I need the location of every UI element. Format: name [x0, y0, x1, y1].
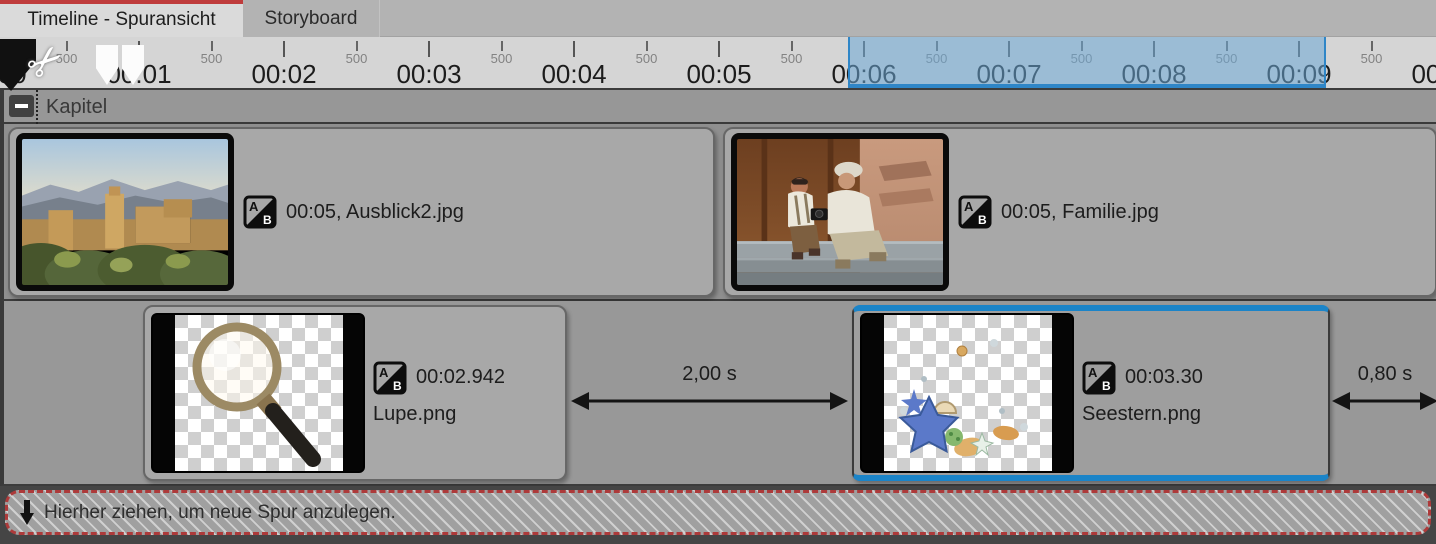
clip-lupe[interactable]: A B 00:02.942 Lupe.png: [143, 305, 567, 481]
new-track-row: Hierher ziehen, um neue Spur anzulegen.: [0, 486, 1436, 544]
tab-timeline-spuransicht[interactable]: Timeline - Spuransicht: [0, 0, 243, 37]
svg-text:B: B: [1102, 379, 1111, 393]
svg-text:A: A: [249, 199, 259, 214]
chapter-track-header: Kapitel: [0, 90, 1436, 124]
timeline-editor: { "tabs": [ { "label": "Timeline - Spura…: [0, 0, 1436, 544]
chapter-track-label: Kapitel: [46, 90, 107, 124]
ruler-second-label: 00:05: [686, 59, 751, 90]
svg-text:B: B: [263, 213, 272, 227]
ruler-tick-minor: [356, 41, 358, 51]
new-track-drop-zone[interactable]: Hierher ziehen, um neue Spur anzulegen.: [5, 490, 1431, 535]
image-track: A B 00:05, Ausblick2.jpg: [0, 124, 1436, 301]
ab-transition-icon: A B: [243, 195, 277, 229]
ruler-tick-major: [718, 41, 720, 57]
ruler-tick-major: [573, 41, 575, 57]
collapse-track-button minus-icon[interactable]: [9, 95, 34, 117]
clip-thumbnail-family: [731, 133, 949, 291]
clip-filename: Lupe.png: [373, 403, 505, 426]
clip-label: 00:05, Ausblick2.jpg: [286, 201, 464, 224]
double-arrow-icon: [1330, 387, 1436, 415]
svg-text:B: B: [978, 213, 987, 227]
ruler-minor-label: 500: [491, 51, 513, 66]
ab-transition-icon: A B: [1082, 361, 1116, 395]
clip-thumbnail-magnifier: [151, 313, 365, 473]
view-tab-bar: Timeline - Spuransicht Storyboard: [0, 0, 1436, 37]
down-arrow-icon: [20, 500, 34, 526]
clip-filename: Seestern.png: [1082, 403, 1203, 426]
ruler-second-label: 00:02: [251, 59, 316, 90]
svg-text:A: A: [379, 365, 389, 380]
ruler-minor-label: 500: [636, 51, 658, 66]
ruler-minor-label: 500: [781, 51, 803, 66]
ruler-tick-minor: [66, 41, 68, 51]
ruler-second-label: 00:03: [396, 59, 461, 90]
ruler-tick-minor: [501, 41, 503, 51]
svg-text:A: A: [964, 199, 974, 214]
ruler-minor-label: 500: [346, 51, 368, 66]
ruler-minor-label: 500: [201, 51, 223, 66]
svg-text:A: A: [1088, 365, 1098, 380]
gap-indicator: 0,80 s: [1330, 301, 1436, 477]
gap-indicator: 2,00 s: [567, 301, 852, 477]
gap-duration-label: 2,00 s: [682, 363, 736, 386]
ruler-selection-highlight: [848, 37, 1326, 88]
tab-storyboard[interactable]: Storyboard: [243, 0, 380, 37]
clip-duration: 00:03.30: [1125, 366, 1203, 389]
ruler-minor-label: 500: [1361, 51, 1383, 66]
timeline-ruler[interactable]: ✂ 00:0050000:0150000:0250000:0350000:045…: [0, 37, 1436, 90]
clip-thumbnail-starfish: [860, 313, 1074, 473]
clip-thumbnail-alhambra: [16, 133, 234, 291]
drop-zone-label: Hierher ziehen, um neue Spur anzulegen.: [44, 502, 396, 524]
clip-seestern[interactable]: A B 00:03.30 Seestern.png: [852, 305, 1330, 481]
ruler-tick-minor: [1371, 41, 1373, 51]
svg-text:B: B: [393, 379, 402, 393]
clip-familie[interactable]: A B 00:05, Familie.jpg: [723, 127, 1436, 297]
playhead-line: [36, 90, 38, 124]
ruler-second-label: 00:04: [541, 59, 606, 90]
ruler-second-label: 00:10: [1411, 59, 1436, 90]
double-arrow-icon: [567, 387, 852, 415]
ruler-tick-minor: [646, 41, 648, 51]
clip-label: 00:05, Familie.jpg: [1001, 201, 1159, 224]
ab-transition-icon: A B: [958, 195, 992, 229]
ruler-tick-major: [428, 41, 430, 57]
gap-duration-label: 0,80 s: [1358, 363, 1412, 386]
ab-transition-icon: A B: [373, 361, 407, 395]
clip-duration: 00:02.942: [416, 366, 505, 389]
clip-ausblick2[interactable]: A B 00:05, Ausblick2.jpg: [8, 127, 715, 297]
ruler-tick-minor: [211, 41, 213, 51]
ruler-tick-major: [283, 41, 285, 57]
ruler-tick-minor: [791, 41, 793, 51]
overlay-track: A B 00:02.942 Lupe.png 2,00 s: [0, 301, 1436, 486]
